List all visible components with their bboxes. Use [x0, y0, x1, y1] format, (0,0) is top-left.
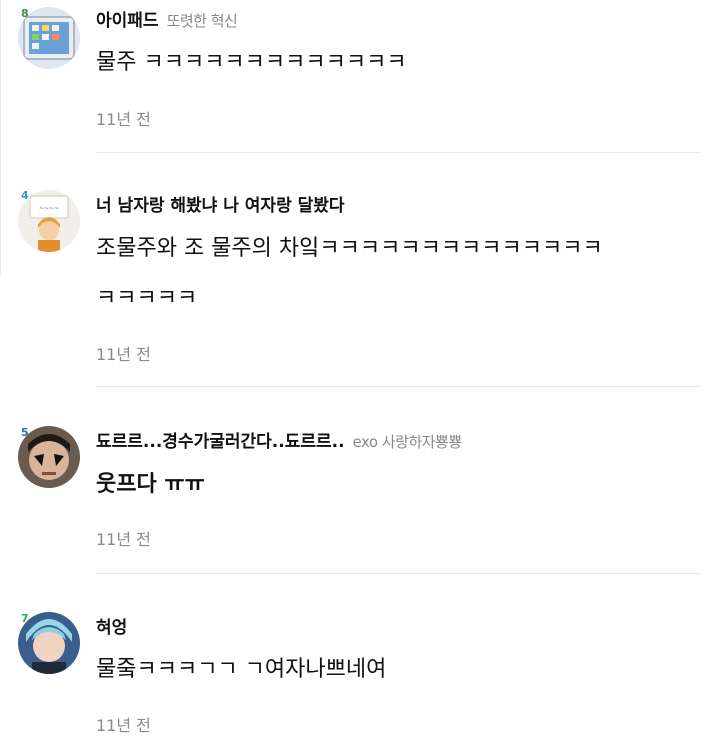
comment-text: 물주 ㅋㅋㅋㅋㅋㅋㅋㅋㅋㅋㅋㅋㅋ	[96, 50, 407, 75]
svg-text:~~~~: ~~~~	[39, 205, 59, 212]
comment-text: 조물주와 조 물주의 차잌ㅋㅋㅋㅋㅋㅋㅋㅋㅋㅋㅋㅋㅋㅋ	[96, 236, 603, 261]
level-badge: 4	[21, 189, 29, 202]
timestamp: 11년 전	[96, 110, 151, 129]
level-badge: 5	[21, 426, 29, 439]
user-tag: 또렷한 혁신	[166, 12, 238, 30]
comment-item: 5 됴르르...경수가굴러간다..됴르르.. exo 사랑하자뿅뿅 웃프다 ㅠㅠ …	[0, 387, 717, 574]
comment-item: ~~~~ 4 너 남자랑 해봤냐 나 여자랑 달봤다 조물주와 조 물주의 차잌…	[0, 153, 717, 387]
comment-item: 7 혀엉 물줔ㅋㅋㅋㄱㄱ ㄱ여자나쁘네여 11년 전	[0, 573, 717, 745]
user-tag: exo 사랑하자뿅뿅	[352, 433, 463, 451]
comment-text: 웃프다 ㅠㅠ	[96, 472, 205, 497]
timestamp: 11년 전	[96, 530, 151, 549]
nickname[interactable]: 아이패드	[96, 11, 159, 31]
level-badge: 7	[21, 612, 29, 625]
timestamp: 11년 전	[96, 716, 151, 735]
comment-text: 물줔ㅋㅋㅋㄱㄱ ㄱ여자나쁘네여	[96, 657, 387, 682]
nickname[interactable]: 혀엉	[96, 618, 127, 638]
nickname[interactable]: 됴르르...경수가굴러간다..됴르르..	[96, 432, 345, 452]
comment-item: 8 아이패드 또렷한 혁신 물주 ㅋㅋㅋㅋㅋㅋㅋㅋㅋㅋㅋㅋㅋ 11년 전	[0, 0, 717, 153]
comment-text: ㅋㅋㅋㅋㅋ	[96, 286, 198, 311]
level-badge: 8	[21, 7, 29, 20]
nickname[interactable]: 너 남자랑 해봤냐 나 여자랑 달봤다	[96, 196, 345, 216]
timestamp: 11년 전	[96, 345, 151, 364]
